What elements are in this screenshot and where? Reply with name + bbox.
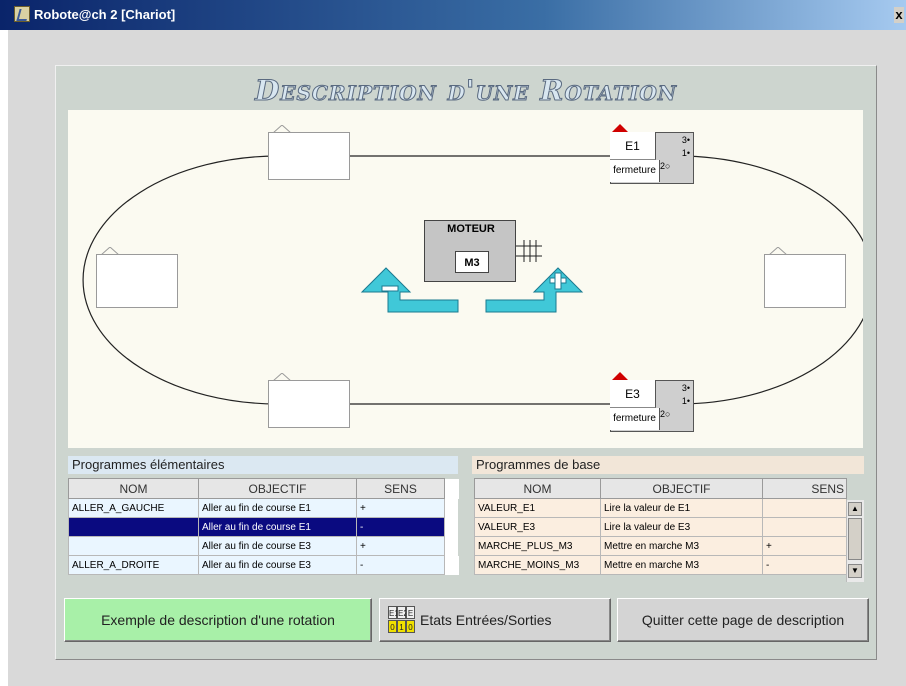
- motor-shaft-icon: [516, 240, 542, 262]
- sensor-label: fermeture: [610, 160, 660, 182]
- base-table-scrollbar[interactable]: ▲ ▼: [846, 500, 864, 582]
- window-title: Robote@ch 2 [Chariot]: [34, 7, 176, 22]
- elementary-programs-table: NOM OBJECTIF SENS ALLER_A_GAUCHE Aller a…: [68, 478, 459, 575]
- page-heading: Description d'une Rotation: [254, 74, 678, 108]
- sensor-marker-icon: [612, 124, 628, 132]
- column-header-sens[interactable]: SENS: [356, 478, 445, 499]
- sensor-name: E3: [610, 380, 656, 408]
- track-slot: [764, 247, 846, 308]
- table-row[interactable]: MARCHE_MOINS_M3 Mettre en marche M3 -: [474, 555, 847, 575]
- column-header-objectif[interactable]: OBJECTIF: [600, 478, 763, 499]
- column-header-nom[interactable]: NOM: [474, 478, 601, 499]
- sensor-pins: 3• 1• 2○: [660, 135, 690, 171]
- quit-description-button[interactable]: Quitter cette page de description: [617, 598, 869, 642]
- scroll-up-icon[interactable]: ▲: [848, 502, 862, 516]
- column-header-sens[interactable]: SENS: [762, 478, 847, 499]
- sensor-pins: 3• 1• 2○: [660, 383, 690, 419]
- io-states-icon: E1 E2 E 0 1 0: [388, 606, 416, 634]
- table-row[interactable]: MARCHE_PLUS_M3 Mettre en marche M3 +: [474, 536, 847, 556]
- sensor-name: E1: [610, 132, 656, 160]
- base-programs-panel: Programmes de base NOM OBJECTIF SENS VAL…: [472, 456, 864, 586]
- track-slot: [268, 373, 350, 428]
- rotate-plus-arrow-icon[interactable]: [484, 264, 584, 314]
- track-slot: [96, 247, 178, 308]
- table-header-row: NOM OBJECTIF SENS: [474, 478, 847, 499]
- io-states-button[interactable]: E1 E2 E 0 1 0 Etats Entrées/Sorties: [379, 598, 611, 642]
- sensor-marker-icon: [612, 372, 628, 380]
- table-header-row: NOM OBJECTIF SENS: [68, 478, 459, 499]
- table-row[interactable]: Aller au fin de course E3 +: [68, 536, 459, 556]
- table-row[interactable]: Aller au fin de course E1 -: [68, 517, 459, 537]
- sensor-e1[interactable]: E1 fermeture 3• 1• 2○: [610, 124, 694, 184]
- sensor-label: fermeture: [610, 408, 660, 430]
- elementary-programs-header: Programmes élémentaires: [68, 456, 458, 474]
- track-slot: [268, 125, 350, 180]
- rotate-minus-arrow-icon[interactable]: [360, 264, 460, 314]
- elementary-programs-panel: Programmes élémentaires NOM OBJECTIF SEN…: [68, 456, 459, 586]
- example-rotation-button[interactable]: Exemple de description d'une rotation: [64, 598, 372, 642]
- close-icon[interactable]: x: [894, 7, 904, 23]
- motor-title: MOTEUR: [447, 223, 495, 235]
- base-programs-table: NOM OBJECTIF SENS VALEUR_E1 Lire la vale…: [474, 478, 847, 575]
- column-header-nom[interactable]: NOM: [68, 478, 199, 499]
- table-row[interactable]: ALLER_A_GAUCHE Aller au fin de course E1…: [68, 498, 459, 518]
- table-row[interactable]: VALEUR_E1 Lire la valeur de E1: [474, 498, 847, 518]
- title-bar: Robote@ch 2 [Chariot] x: [0, 0, 906, 30]
- sensor-e3[interactable]: E3 fermeture 3• 1• 2○: [610, 372, 694, 432]
- table-row[interactable]: VALEUR_E3 Lire la valeur de E3: [474, 517, 847, 537]
- column-header-objectif[interactable]: OBJECTIF: [198, 478, 357, 499]
- table-row[interactable]: ALLER_A_DROITE Aller au fin de course E3…: [68, 555, 459, 575]
- base-programs-header: Programmes de base: [472, 456, 864, 474]
- scroll-down-icon[interactable]: ▼: [848, 564, 862, 578]
- app-icon: [14, 6, 30, 22]
- scroll-thumb[interactable]: [848, 518, 862, 560]
